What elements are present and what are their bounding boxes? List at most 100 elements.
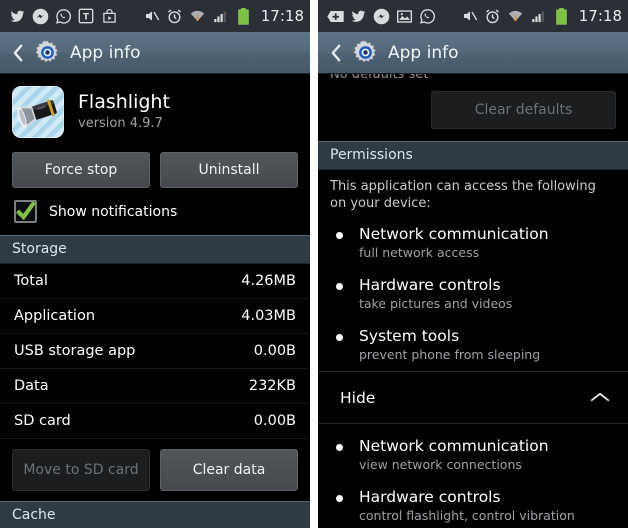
messenger-icon (31, 7, 49, 25)
tumblr-icon: T (77, 7, 95, 25)
mute-icon (143, 7, 161, 25)
permission-desc: prevent phone from sleeping (359, 347, 541, 362)
clear-data-button[interactable]: Clear data (160, 449, 298, 491)
table-row: Data 232KB (0, 369, 310, 404)
permission-desc: full network access (359, 245, 480, 260)
battery-icon (235, 7, 253, 25)
status-bar-notification-icons (326, 7, 436, 25)
bullet-icon (336, 283, 343, 290)
list-item: Network communication view network conne… (318, 424, 628, 481)
storage-row-label: USB storage app (14, 343, 136, 359)
twitter-icon (8, 7, 26, 25)
signal-icon (530, 7, 548, 25)
bullet-icon (336, 495, 343, 502)
wifi-icon (189, 7, 207, 25)
status-bar-clock: 17:18 (260, 7, 304, 25)
table-row: Total 4.26MB (0, 264, 310, 299)
list-item: Network communication full network acces… (318, 218, 628, 269)
permission-desc: view network connections (359, 457, 522, 472)
right-phone-screen: 17:18 App info No defaults set Clear def… (318, 0, 628, 528)
app-name: Flashlight (78, 91, 170, 113)
messenger-icon (372, 7, 390, 25)
whatsapp-icon (418, 7, 436, 25)
bullet-icon (336, 334, 343, 341)
alarm-icon (166, 7, 184, 25)
list-item: Hardware controls take pictures and vide… (318, 269, 628, 320)
play-store-icon (100, 7, 118, 25)
twitter-icon (349, 7, 367, 25)
chevron-up-icon[interactable] (590, 388, 610, 407)
hide-label: Hide (340, 388, 376, 407)
permissions-intro-text: This application can access the followin… (330, 179, 596, 211)
app-header: Flashlight version 4.9.7 (0, 74, 310, 146)
defaults-action-row: Clear defaults (318, 83, 628, 141)
storage-row-label: SD card (14, 413, 71, 429)
show-notifications-row[interactable]: Show notifications (0, 188, 310, 235)
screenshot-pair: T 17:18 App info Flashlight version 4.9.… (0, 0, 628, 528)
app-meta: Flashlight version 4.9.7 (78, 91, 170, 133)
storage-row-label: Data (14, 378, 49, 394)
app-action-buttons: Force stop Uninstall (0, 146, 310, 188)
permission-title: Hardware controls (359, 488, 501, 506)
permission-title: Network communication (359, 225, 549, 243)
storage-row-value: 0.00B (253, 343, 296, 359)
storage-row-label: Application (14, 308, 96, 324)
storage-row-value: 4.26MB (241, 273, 296, 289)
show-notifications-checkbox[interactable] (14, 200, 37, 223)
hide-permissions-toggle[interactable]: Hide (318, 371, 628, 424)
status-bar: 17:18 (318, 0, 628, 32)
table-row: SD card 0.00B (0, 404, 310, 439)
move-to-sd-card-button: Move to SD card (12, 449, 150, 491)
back-chevron-icon[interactable] (8, 40, 28, 66)
permission-desc: control flashlight, control vibration (359, 508, 575, 523)
permission-title: Network communication (359, 437, 549, 455)
action-bar: App info (318, 32, 628, 74)
storage-row-value: 4.03MB (241, 308, 296, 324)
uninstall-button[interactable]: Uninstall (160, 152, 298, 188)
status-bar-system-icons: 17:18 (461, 7, 622, 25)
alarm-icon (484, 7, 502, 25)
bullet-icon (336, 232, 343, 239)
force-stop-button[interactable]: Force stop (12, 152, 150, 188)
page-title: App info (70, 42, 141, 63)
plus-badge-icon (326, 7, 344, 25)
status-bar: T 17:18 (0, 0, 310, 32)
whatsapp-icon (54, 7, 72, 25)
app-info-content: No defaults set Clear defaults Permissio… (318, 74, 628, 528)
defaults-status-text-clipped: No defaults set (318, 74, 628, 83)
storage-row-label: Total (14, 273, 48, 289)
app-version: version 4.9.7 (78, 116, 163, 131)
list-item: Hardware controls control flashlight, co… (318, 481, 628, 528)
status-bar-notification-icons: T (8, 7, 118, 25)
back-chevron-icon[interactable] (326, 40, 346, 66)
mute-icon (461, 7, 479, 25)
list-item: System tools prevent phone from sleeping (318, 320, 628, 371)
permissions-section-header: Permissions (318, 141, 628, 170)
cache-section-header: Cache (0, 501, 310, 528)
clear-defaults-button: Clear defaults (431, 91, 616, 129)
storage-action-buttons: Move to SD card Clear data (0, 439, 310, 501)
storage-row-value: 232KB (248, 378, 296, 394)
table-row: USB storage app 0.00B (0, 334, 310, 369)
gallery-icon (395, 7, 413, 25)
storage-section-header: Storage (0, 235, 310, 264)
status-bar-clock: 17:18 (578, 7, 622, 25)
settings-gear-icon (350, 38, 380, 68)
battery-icon (553, 7, 571, 25)
storage-row-value: 0.00B (253, 413, 296, 429)
bullet-icon (336, 444, 343, 451)
table-row: Application 4.03MB (0, 299, 310, 334)
app-info-content: Flashlight version 4.9.7 Force stop Unin… (0, 74, 310, 528)
no-defaults-set-label: No defaults set (330, 74, 429, 82)
action-bar: App info (0, 32, 310, 74)
signal-icon (212, 7, 230, 25)
flashlight-app-icon (12, 86, 64, 138)
permission-title: System tools (359, 327, 460, 345)
settings-gear-icon (32, 38, 62, 68)
permission-title: Hardware controls (359, 276, 501, 294)
page-title: App info (388, 42, 459, 63)
permission-desc: take pictures and videos (359, 296, 513, 311)
panel-divider (310, 0, 318, 528)
show-notifications-label: Show notifications (49, 203, 178, 220)
svg-text:T: T (83, 13, 89, 23)
